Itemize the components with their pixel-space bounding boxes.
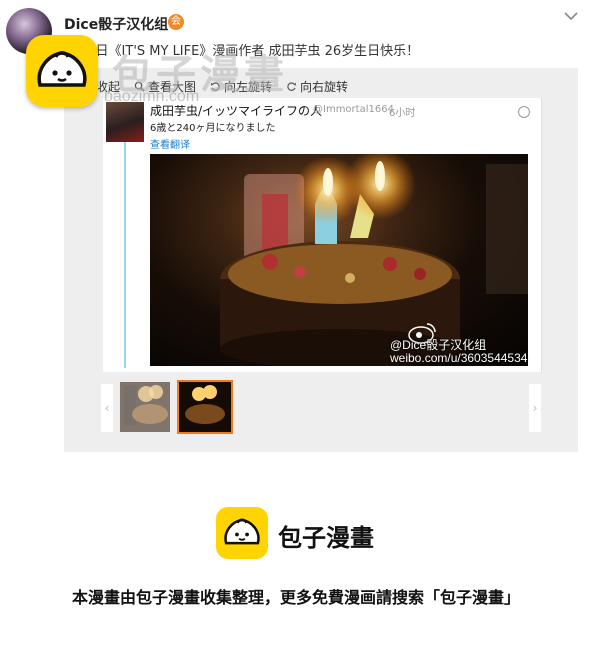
chevron-down-icon[interactable] — [563, 8, 579, 24]
cake-photo[interactable] — [150, 154, 528, 366]
thumbnail-1[interactable] — [120, 382, 170, 432]
vip-badge-icon: 会 — [168, 14, 184, 30]
rotate-right-label: 向右旋转 — [300, 80, 349, 94]
tweet-avatar — [106, 102, 144, 142]
baozi-promo-logo-icon — [216, 507, 268, 559]
promo-brand-name: 包子漫畫 — [278, 524, 374, 552]
weibo-url: weibo.com/u/3603544534 — [390, 351, 528, 365]
baozi-logo-icon — [26, 35, 98, 107]
thumbnail-2-selected[interactable] — [177, 380, 233, 434]
thumb-prev-button[interactable]: ‹ — [101, 384, 113, 432]
tweet-thread-line — [124, 116, 126, 368]
cake-photo-art — [220, 154, 528, 366]
globe-icon — [518, 106, 530, 118]
tweet-body: 6歳と240ヶ月になりました — [150, 123, 276, 134]
promo-text: 本漫畫由包子漫畫收集整理，更多免費漫画請搜索「包子漫畫」 — [71, 588, 520, 607]
tweet-time: 6小时 — [389, 108, 416, 119]
thumb-next-button[interactable]: › — [529, 384, 541, 432]
tweet-handle: @Immortal1664 — [313, 104, 394, 115]
username[interactable]: Dice骰子汉化组 — [64, 14, 168, 34]
translate-link[interactable]: 查看翻译 — [150, 136, 190, 151]
rotate-right-button[interactable]: 向右旋转 — [286, 78, 348, 95]
watermark-url: baozimh.com — [104, 88, 200, 105]
